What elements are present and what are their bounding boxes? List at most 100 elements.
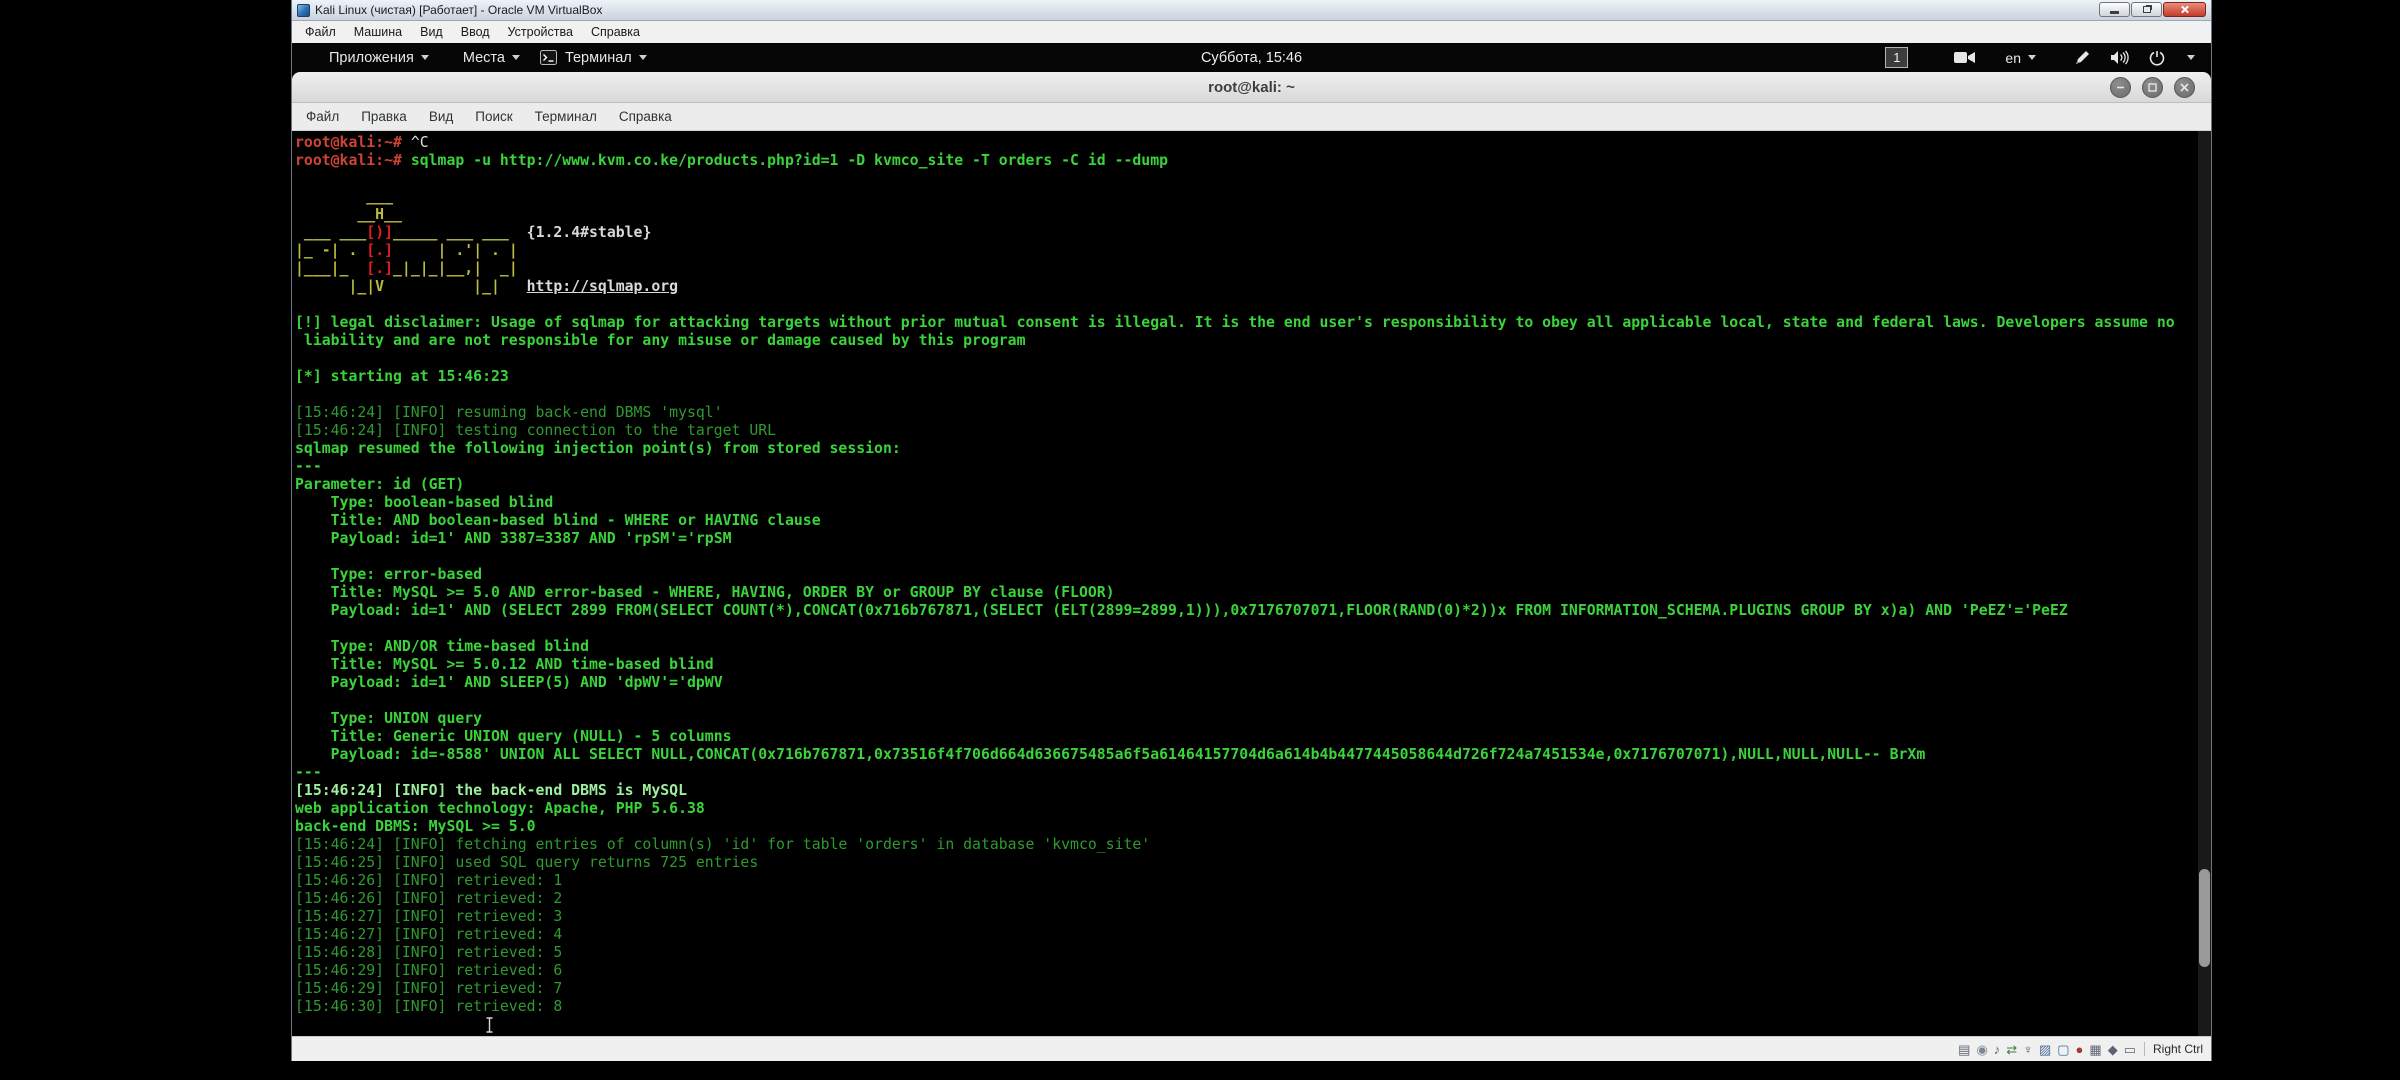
terminal-app-menu[interactable]: Терминал xyxy=(540,50,647,66)
workspace-indicator[interactable]: 1 xyxy=(1885,47,1908,68)
terminal-minimize-button[interactable] xyxy=(2110,77,2131,98)
keyboard-layout[interactable]: en xyxy=(2005,50,2036,66)
close-icon xyxy=(2180,5,2189,14)
minimize-button[interactable] xyxy=(2099,2,2130,17)
applications-menu-label: Приложения xyxy=(329,50,414,66)
terminal-menu-label: Терминал xyxy=(565,50,632,66)
vbox-menubar: ФайлМашинаВидВводУстройстваСправка xyxy=(292,21,2211,43)
terminal-menu-item-0[interactable]: Файл xyxy=(295,109,350,124)
terminal-title: root@kali: ~ xyxy=(1208,79,1295,96)
terminal-line: [15:46:25] [INFO] used SQL query returns… xyxy=(295,854,2211,872)
vbox-titlebar[interactable]: Kali Linux (чистая) [Работает] - Oracle … xyxy=(292,0,2211,21)
terminal-line: liability and are not responsible for an… xyxy=(295,332,2211,350)
terminal-line: Payload: id=-8588' UNION ALL SELECT NULL… xyxy=(295,746,2211,764)
display-icon[interactable]: ▢ xyxy=(2057,1043,2069,1056)
terminal-maximize-button[interactable] xyxy=(2142,77,2163,98)
vbox-menu-item-2[interactable]: Вид xyxy=(411,25,452,39)
places-menu-label: Места xyxy=(463,50,505,66)
restore-icon xyxy=(2143,6,2151,13)
statusbar-separator xyxy=(2144,1042,2145,1056)
terminal-icon xyxy=(540,50,557,65)
minimize-icon xyxy=(2110,11,2119,14)
terminal-line: Title: AND boolean-based blind - WHERE o… xyxy=(295,512,2211,530)
terminal-line: Title: MySQL >= 5.0 AND error-based - WH… xyxy=(295,584,2211,602)
terminal-window-controls xyxy=(2110,77,2195,98)
screen-record-icon[interactable] xyxy=(1954,51,1975,64)
power-icon[interactable] xyxy=(2149,50,2165,66)
shared-folders-icon[interactable]: ▨ xyxy=(2039,1043,2051,1056)
terminal-menu-item-4[interactable]: Терминал xyxy=(524,109,608,124)
terminal-scrollbar[interactable] xyxy=(2198,131,2211,1036)
virtualbox-logo-icon xyxy=(297,4,310,17)
mouse-icon[interactable]: ◆ xyxy=(2108,1043,2118,1056)
close-icon xyxy=(2180,83,2189,92)
stylus-icon[interactable] xyxy=(2074,50,2090,66)
terminal-window: root@kali: ~ ФайлПравкаВидПоискТермина xyxy=(292,72,2211,1036)
minimize-icon xyxy=(2116,83,2125,92)
terminal-line xyxy=(295,548,2211,566)
terminal-line: Payload: id=1' AND 3387=3387 AND 'rpSM'=… xyxy=(295,530,2211,548)
terminal-line: |_|V |_| http://sqlmap.org xyxy=(295,278,2211,296)
terminal-titlebar[interactable]: root@kali: ~ xyxy=(292,72,2211,103)
terminal-line: --- xyxy=(295,764,2211,782)
terminal-line: Payload: id=1' AND SLEEP(5) AND 'dpWV'='… xyxy=(295,674,2211,692)
applications-menu[interactable]: Приложения xyxy=(329,50,429,66)
recording-icon[interactable]: ● xyxy=(2076,1043,2084,1056)
features-icon[interactable]: ▦ xyxy=(2089,1043,2101,1056)
terminal-line: [15:46:26] [INFO] retrieved: 2 xyxy=(295,890,2211,908)
terminal-menubar: ФайлПравкаВидПоискТерминалСправка xyxy=(292,103,2211,131)
maximize-button[interactable] xyxy=(2131,2,2162,17)
vbox-menu-item-1[interactable]: Машина xyxy=(345,25,411,39)
network-icon[interactable]: ⇄ xyxy=(2006,1043,2017,1056)
hdd-icon[interactable]: ▤ xyxy=(1958,1043,1970,1056)
terminal-line xyxy=(295,350,2211,368)
terminal-line: Type: error-based xyxy=(295,566,2211,584)
terminal-menu-item-5[interactable]: Справка xyxy=(608,109,683,124)
audio-icon[interactable]: ♪ xyxy=(1994,1043,2001,1056)
usb-icon[interactable]: ♆ xyxy=(2023,1043,2033,1056)
keyboard-icon[interactable]: ▭ xyxy=(2124,1043,2136,1056)
terminal-menu-item-1[interactable]: Правка xyxy=(350,109,418,124)
terminal-line: [15:46:24] [INFO] testing connection to … xyxy=(295,422,2211,440)
terminal-line: Parameter: id (GET) xyxy=(295,476,2211,494)
terminal-output[interactable]: root@kali:~# ^Croot@kali:~# sqlmap -u ht… xyxy=(292,131,2211,1036)
volume-icon[interactable] xyxy=(2110,50,2129,65)
chevron-down-icon xyxy=(512,55,520,60)
close-button[interactable] xyxy=(2163,2,2206,17)
terminal-line: Title: Generic UNION query (NULL) - 5 co… xyxy=(295,728,2211,746)
terminal-line xyxy=(295,386,2211,404)
terminal-line: [15:46:27] [INFO] retrieved: 4 xyxy=(295,926,2211,944)
host-key-label: Right Ctrl xyxy=(2153,1042,2203,1056)
keyboard-layout-label: en xyxy=(2005,50,2021,66)
panel-indicators: 1 en xyxy=(1885,43,2195,72)
terminal-line: Type: boolean-based blind xyxy=(295,494,2211,512)
terminal-line: root@kali:~# ^C xyxy=(295,134,2211,152)
terminal-line: [15:46:24] [INFO] resuming back-end DBMS… xyxy=(295,404,2211,422)
text-cursor xyxy=(485,1017,494,1033)
vbox-menu-item-3[interactable]: Ввод xyxy=(452,25,499,39)
terminal-line: sqlmap resumed the following injection p… xyxy=(295,440,2211,458)
clock[interactable]: Суббота, 15:46 xyxy=(1201,43,1302,72)
vbox-menu-item-5[interactable]: Справка xyxy=(582,25,649,39)
terminal-menu-item-3[interactable]: Поиск xyxy=(464,109,523,124)
window-title: Kali Linux (чистая) [Работает] - Oracle … xyxy=(315,3,602,17)
vbox-statusbar: ▤ ◉ ♪ ⇄ ♆ ▨ ▢ ● ▦ ◆ ▭ Right Ctrl xyxy=(292,1036,2211,1061)
terminal-line: [15:46:27] [INFO] retrieved: 3 xyxy=(295,908,2211,926)
terminal-line: [15:46:29] [INFO] retrieved: 7 xyxy=(295,980,2211,998)
terminal-line: Payload: id=1' AND (SELECT 2899 FROM(SEL… xyxy=(295,602,2211,620)
places-menu[interactable]: Места xyxy=(463,50,520,66)
scrollbar-thumb[interactable] xyxy=(2199,869,2210,967)
terminal-menu-item-2[interactable]: Вид xyxy=(418,109,464,124)
terminal-line: [*] starting at 15:46:23 xyxy=(295,368,2211,386)
terminal-line xyxy=(295,620,2211,638)
kali-top-panel: Приложения Места Терминал Суббота, 15:46 xyxy=(292,43,2211,72)
terminal-close-button[interactable] xyxy=(2174,77,2195,98)
optical-disk-icon[interactable]: ◉ xyxy=(1976,1043,1987,1056)
system-menu-chevron-icon[interactable] xyxy=(2187,55,2195,60)
terminal-line: back-end DBMS: MySQL >= 5.0 xyxy=(295,818,2211,836)
terminal-line: Title: MySQL >= 5.0.12 AND time-based bl… xyxy=(295,656,2211,674)
vbox-menu-item-0[interactable]: Файл xyxy=(296,25,345,39)
desktop-background: Kali Linux (чистая) [Работает] - Oracle … xyxy=(0,0,2400,1080)
vbox-menu-item-4[interactable]: Устройства xyxy=(499,25,582,39)
window-controls xyxy=(2098,2,2206,17)
